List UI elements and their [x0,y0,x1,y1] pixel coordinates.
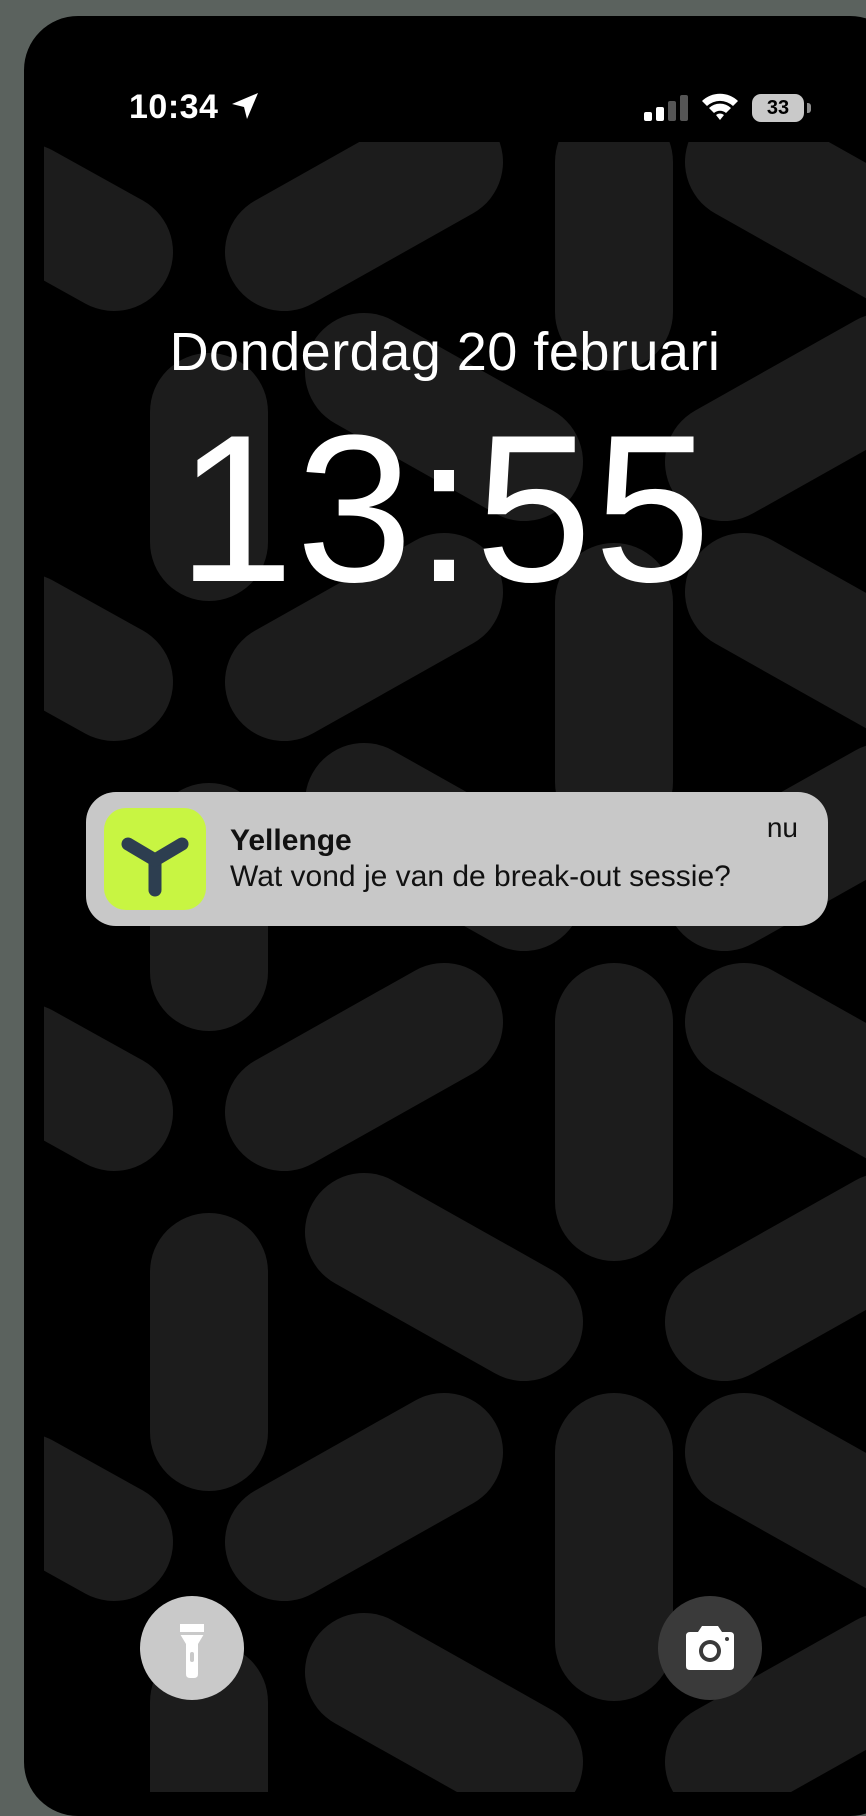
notification-app-name: Yellenge [230,824,352,857]
cellular-signal-icon [644,95,688,121]
lock-date: Donderdag 20 februari [169,322,721,382]
battery-nub [807,103,811,113]
wallpaper-pattern [44,142,866,1792]
battery-icon: 33 [752,94,804,122]
lock-screen: 10:34 33 Donderdag 20 februari 13:55 Yel… [24,16,866,1816]
status-time: 10:34 [129,88,219,126]
wifi-icon [702,93,738,120]
yellenge-logo-icon [104,808,206,910]
notification-message: Wat vond je van de break-out sessie? [230,860,731,893]
flashlight-button[interactable] [140,1596,244,1700]
lock-clock: 13:55 [177,391,713,626]
camera-icon [686,1626,734,1670]
flashlight-icon [180,1624,204,1678]
notification-banner[interactable]: Yellenge Wat vond je van de break-out se… [86,792,828,926]
location-arrow-icon [232,93,258,119]
notification-timestamp: nu [766,812,798,843]
status-bar: 10:34 33 [24,16,866,142]
camera-button[interactable] [658,1596,762,1700]
